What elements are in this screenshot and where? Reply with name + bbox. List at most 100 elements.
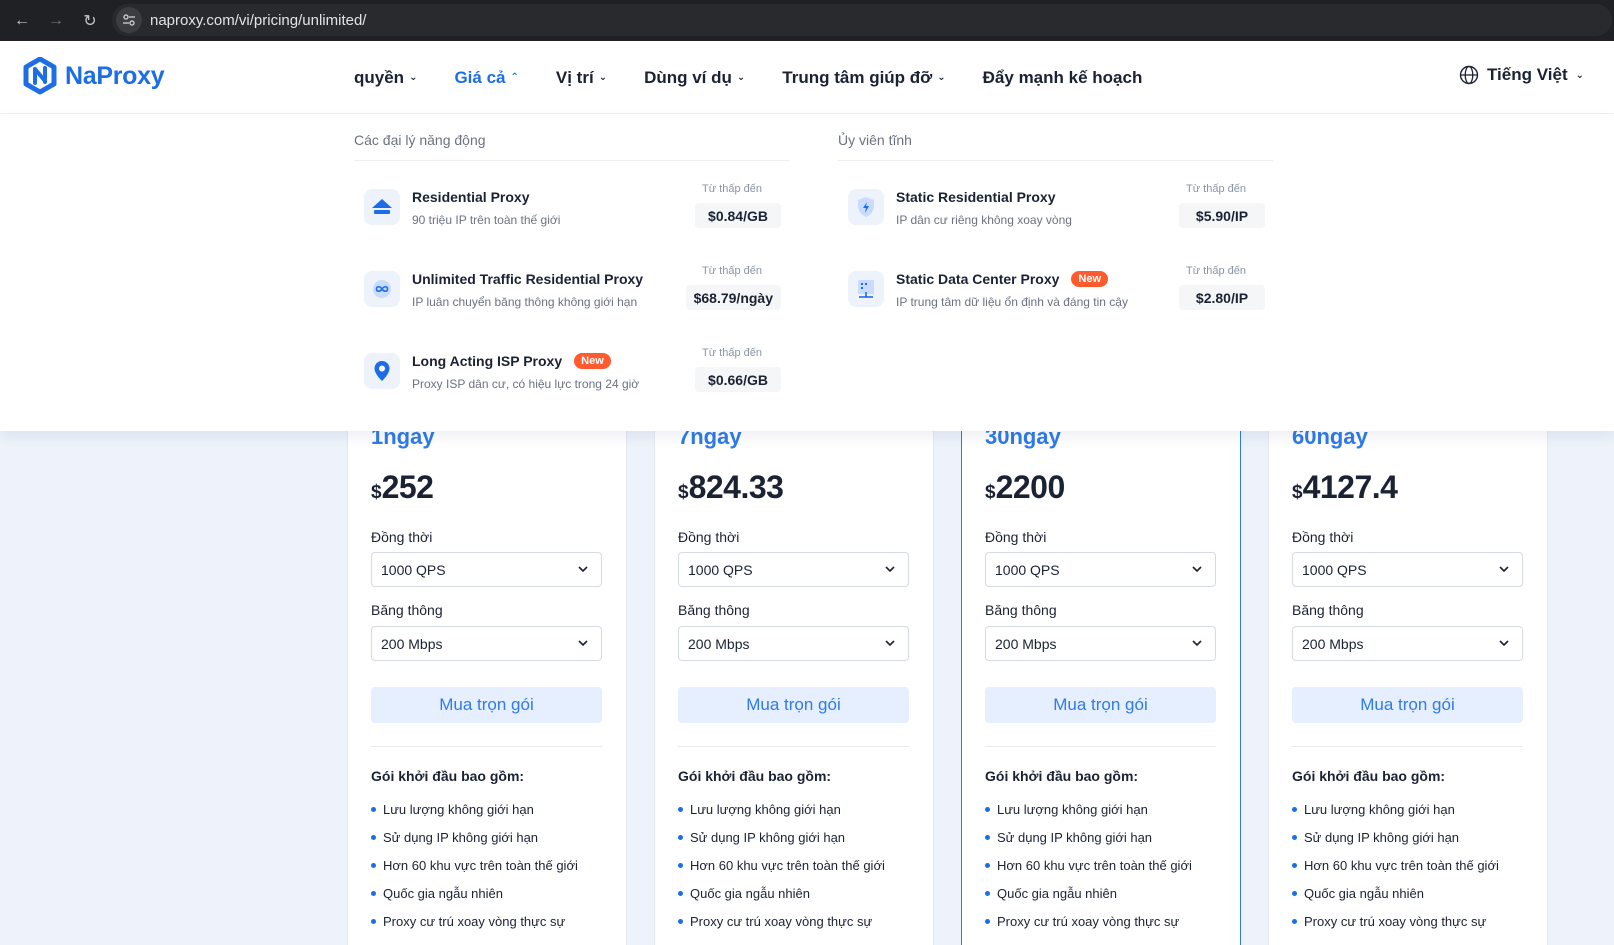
product-name: Static Residential Proxy: [896, 189, 1056, 205]
divider: [371, 746, 602, 747]
feature-text: Sử dụng IP không giới hạn: [997, 829, 1153, 845]
feature-item: Quốc gia ngẫu nhiên: [678, 879, 885, 907]
select-value: 1000 QPS: [688, 561, 753, 578]
feature-text: Quốc gia ngẫu nhiên: [383, 885, 503, 901]
plan-price: $4127.4: [1292, 469, 1398, 506]
nav-item-permissions[interactable]: quyền ⌄: [354, 68, 417, 88]
product-price: $68.79/ngày: [685, 285, 781, 310]
nav-item-help-center[interactable]: Trung tâm giúp đỡ ⌄: [782, 68, 945, 88]
select-value: 1000 QPS: [381, 561, 446, 578]
globe-icon: [1459, 65, 1479, 85]
bandwidth-select[interactable]: 200 Mbps: [678, 626, 909, 661]
chevron-down-icon: [578, 566, 588, 573]
nav-item-use-cases[interactable]: Dùng ví dụ ⌄: [644, 68, 745, 88]
feature-item: Sử dụng IP không giới hạn: [371, 823, 578, 851]
site-header: NaProxy quyền ⌄ Giá cả ⌃ Vị trí ⌄ Dùng ví d…: [0, 41, 1614, 114]
nav-label: quyền: [354, 67, 405, 87]
nav-item-pricing[interactable]: Giá cả ⌃: [454, 68, 518, 88]
chevron-up-icon: ⌃: [510, 72, 519, 83]
product-unlimited-traffic-residential-proxy[interactable]: Unlimited Traffic Residential Proxy IP l…: [364, 265, 789, 315]
concurrency-select[interactable]: 1000 QPS: [985, 552, 1216, 587]
plan-card-60day: 60ngày $4127.4 Đồng thời 1000 QPS Băng t…: [1268, 380, 1548, 945]
feature-text: Quốc gia ngẫu nhiên: [1304, 885, 1424, 901]
main-nav: quyền ⌄ Giá cả ⌃ Vị trí ⌄ Dùng ví dụ ⌄ Trung…: [354, 41, 1179, 114]
product-long-acting-isp-proxy[interactable]: Long Acting ISP Proxy New Proxy ISP dân c…: [364, 347, 789, 397]
includes-title: Gói khởi đầu bao gồm:: [985, 768, 1139, 784]
bullet-icon: [678, 918, 683, 924]
logo[interactable]: NaProxy: [23, 57, 165, 95]
bullet-icon: [371, 918, 376, 924]
currency-symbol: $: [985, 482, 996, 503]
feature-item: Lưu lượng không giới hạn: [371, 795, 578, 823]
feature-item: Sử dụng IP không giới hạn: [1292, 823, 1499, 851]
concurrency-select[interactable]: 1000 QPS: [678, 552, 909, 587]
from-label: Từ thấp đến: [1186, 265, 1246, 277]
concurrency-select[interactable]: 1000 QPS: [1292, 552, 1523, 587]
buy-plan-button[interactable]: Mua trọn gói: [985, 687, 1216, 723]
new-badge: New: [574, 353, 611, 369]
plan-card-1day: 1ngày $252 Đồng thời 1000 QPS Băng thông…: [347, 380, 627, 945]
feature-item: Lưu lượng không giới hạn: [985, 795, 1192, 823]
product-name-text: Long Acting ISP Proxy: [412, 353, 563, 369]
bullet-icon: [678, 806, 683, 812]
feature-text: Sử dụng IP không giới hạn: [1304, 829, 1460, 845]
select-value: 200 Mbps: [1302, 635, 1364, 652]
product-price: $0.66/GB: [695, 367, 781, 392]
currency-symbol: $: [371, 482, 382, 503]
buy-plan-button[interactable]: Mua trọn gói: [371, 687, 602, 723]
product-static-data-center-proxy[interactable]: Static Data Center Proxy New IP trung tâm…: [848, 265, 1273, 315]
nav-label: Vị trí: [555, 67, 594, 87]
feature-item: Hơn 60 khu vực trên toàn thế giới: [985, 851, 1192, 879]
feature-item: Proxy cư trú xoay vòng thực sự: [678, 907, 885, 935]
plan-price: $2200: [985, 469, 1065, 506]
bandwidth-select[interactable]: 200 Mbps: [371, 626, 602, 661]
concurrency-select[interactable]: 1000 QPS: [371, 552, 602, 587]
product-name: Static Data Center Proxy New: [896, 271, 1109, 287]
divider: [354, 160, 789, 161]
feature-text: Lưu lượng không giới hạn: [997, 801, 1148, 817]
column-title: Ủy viên tĩnh: [838, 132, 912, 148]
product-price: $5.90/IP: [1179, 203, 1265, 228]
product-residential-proxy[interactable]: Residential Proxy 90 triệu IP trên toàn …: [364, 183, 789, 233]
forward-arrow-icon[interactable]: →: [44, 9, 68, 33]
product-name-text: Static Residential Proxy: [896, 189, 1056, 205]
feature-item: Hơn 60 khu vực trên toàn thế giới: [678, 851, 885, 879]
shield-icon: [848, 189, 884, 225]
location-pin-icon: [364, 353, 400, 389]
bullet-icon: [371, 806, 376, 812]
product-name: Residential Proxy: [412, 189, 530, 205]
feature-item: Lưu lượng không giới hạn: [1292, 795, 1499, 823]
bullet-icon: [371, 862, 376, 868]
brand-name: NaProxy: [65, 61, 165, 90]
feature-item: Quốc gia ngẫu nhiên: [1292, 879, 1499, 907]
nav-item-promotion-plan[interactable]: Đẩy mạnh kế hoạch: [983, 68, 1143, 88]
bullet-icon: [1292, 834, 1297, 840]
product-static-residential-proxy[interactable]: Static Residential Proxy IP dân cư riêng…: [848, 183, 1273, 233]
feature-text: Proxy cư trú xoay vòng thực sự: [997, 913, 1180, 929]
site-settings-icon[interactable]: [116, 7, 142, 33]
buy-plan-button[interactable]: Mua trọn gói: [678, 687, 909, 723]
bullet-icon: [1292, 890, 1297, 896]
chevron-down-icon: [1499, 566, 1509, 573]
server-icon: [848, 271, 884, 307]
bandwidth-label: Băng thông: [678, 602, 750, 618]
feature-text: Lưu lượng không giới hạn: [1304, 801, 1455, 817]
naproxy-logo-icon: [23, 57, 57, 95]
bandwidth-select[interactable]: 200 Mbps: [985, 626, 1216, 661]
select-value: 200 Mbps: [995, 635, 1057, 652]
buy-plan-button[interactable]: Mua trọn gói: [1292, 687, 1523, 723]
nav-item-locations[interactable]: Vị trí ⌄: [556, 68, 607, 88]
url-text: naproxy.com/vi/pricing/unlimited/: [150, 11, 367, 29]
product-desc: 90 triệu IP trên toàn thế giới: [412, 213, 561, 227]
nav-label: Đẩy mạnh kế hoạch: [982, 67, 1143, 87]
feature-text: Proxy cư trú xoay vòng thực sự: [1304, 913, 1487, 929]
bullet-icon: [678, 862, 683, 868]
address-bar[interactable]: naproxy.com/vi/pricing/unlimited/: [112, 4, 1612, 36]
chevron-down-icon: [885, 640, 895, 647]
bandwidth-select[interactable]: 200 Mbps: [1292, 626, 1523, 661]
language-selector[interactable]: Tiếng Việt ⌄: [1459, 65, 1584, 85]
reload-icon[interactable]: ↻: [78, 9, 102, 33]
product-price: $0.84/GB: [695, 203, 781, 228]
back-arrow-icon[interactable]: ←: [10, 9, 34, 33]
bullet-icon: [985, 834, 990, 840]
